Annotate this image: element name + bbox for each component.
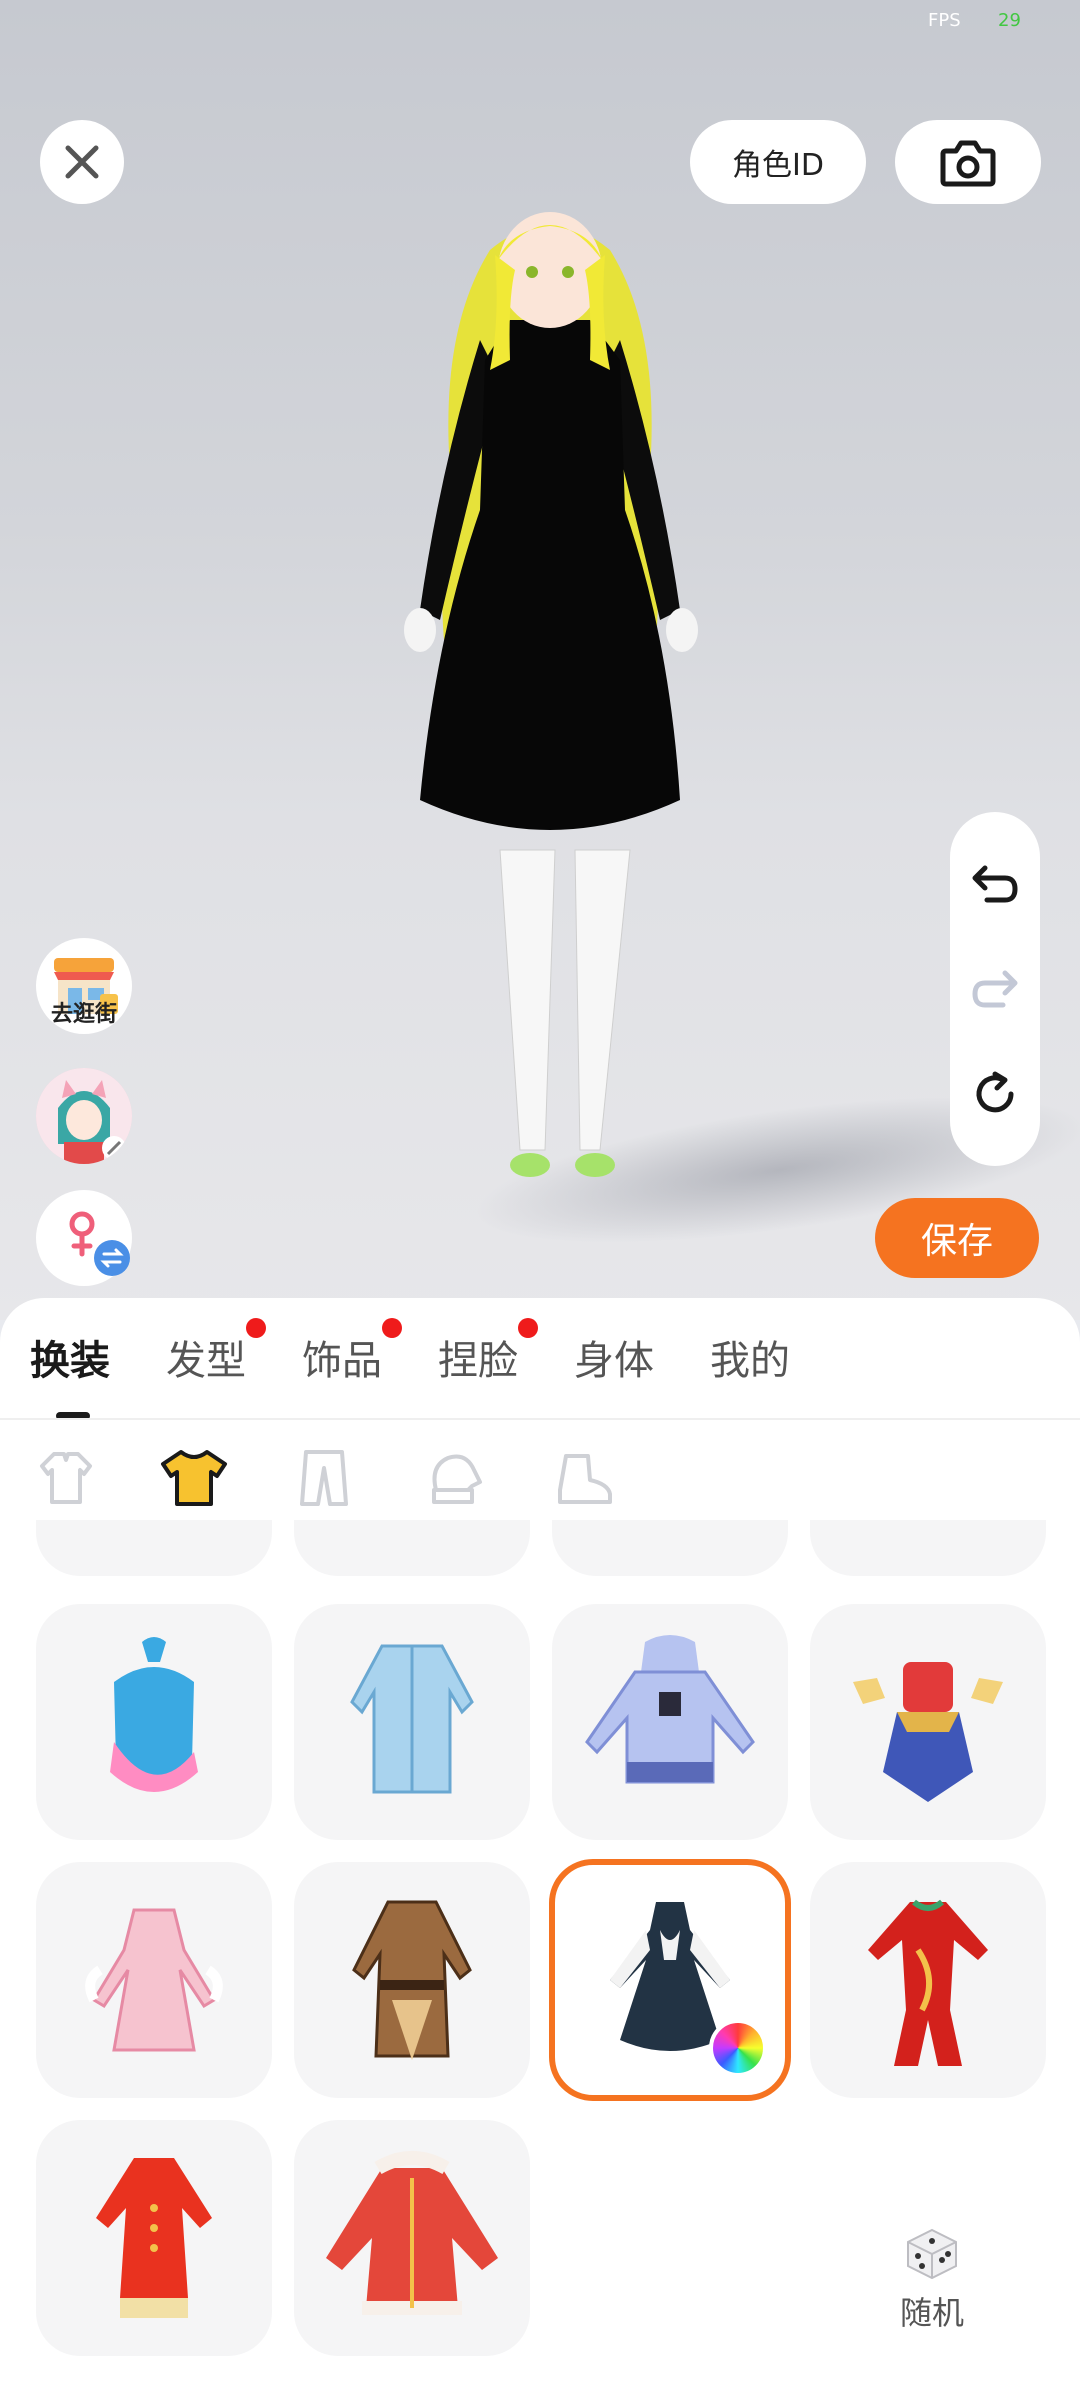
role-id-label: 角色ID: [732, 148, 824, 183]
subcategory-bar: [0, 1438, 1080, 1518]
random-label: 随机: [899, 2294, 964, 2332]
subcat-shoes[interactable]: [544, 1438, 624, 1518]
category-tabs: 换装 发型 饰品 捏脸 身体 我的: [0, 1318, 1080, 1408]
camera-icon: [940, 140, 996, 187]
brown-trench-coat-icon: [352, 1900, 472, 2060]
reset-icon[interactable]: [969, 1068, 1021, 1120]
role-id-button[interactable]: 角色ID: [690, 120, 866, 204]
gloves-icon: [432, 1454, 482, 1504]
pants-icon: [300, 1450, 348, 1506]
shoes-icon: [558, 1454, 612, 1504]
save-button[interactable]: 保存: [875, 1198, 1039, 1278]
history-panel: [950, 812, 1040, 1166]
color-palette-icon[interactable]: [709, 2019, 767, 2077]
red-dragon-qipao-icon: [868, 1899, 988, 2066]
outfit-card-blue-halter-top[interactable]: [36, 1604, 272, 1840]
outfit-card-black-dress-selected[interactable]: [549, 1859, 791, 2101]
outfit-card[interactable]: [552, 1520, 788, 1576]
go-shopping-label: 去逛街: [50, 1002, 117, 1027]
suit-icon: [40, 1452, 92, 1504]
close-icon: [65, 145, 99, 179]
outfit-card-red-knit-dress[interactable]: [36, 2120, 272, 2356]
tab-label: 饰品: [302, 1338, 382, 1384]
avatar-button[interactable]: [36, 1068, 132, 1164]
tab-label: 换装: [30, 1338, 110, 1384]
notification-dot: [518, 1318, 538, 1338]
character-model[interactable]: [340, 210, 760, 1230]
camera-button[interactable]: [895, 120, 1041, 204]
tab-accessories[interactable]: 饰品: [302, 1318, 402, 1386]
divider: [0, 1418, 1080, 1420]
subcat-pants[interactable]: [284, 1438, 364, 1518]
outfit-card[interactable]: [294, 1520, 530, 1576]
female-icon: [69, 1211, 130, 1276]
dice-icon: [907, 2228, 957, 2280]
tab-label: 身体: [574, 1338, 654, 1384]
tab-label: 捏脸: [438, 1338, 518, 1384]
close-button[interactable]: [40, 120, 124, 204]
red-hero-armor-icon: [853, 1662, 1003, 1802]
avatar-icon: [36, 1068, 132, 1164]
tab-face[interactable]: 捏脸: [438, 1318, 538, 1386]
red-fur-coat-icon: [326, 2151, 498, 2315]
tab-mine[interactable]: 我的: [710, 1328, 790, 1386]
outfit-card-brown-trench-coat[interactable]: [294, 1862, 530, 2098]
outfit-card[interactable]: [810, 1520, 1046, 1576]
redo-icon[interactable]: [969, 963, 1021, 1015]
pink-ruffle-dress-icon: [85, 1908, 223, 2052]
outfit-card-red-hero-armor[interactable]: [810, 1604, 1046, 1840]
outfit-card-blue-hoodie[interactable]: [552, 1604, 788, 1840]
fps-label: FPS: [928, 10, 961, 31]
tab-hairstyle[interactable]: 发型: [166, 1318, 266, 1386]
light-blue-coat-icon: [350, 1644, 474, 1794]
gender-switch-button[interactable]: [36, 1190, 132, 1286]
outfit-card-red-fur-coat[interactable]: [294, 2120, 530, 2356]
subcat-gloves[interactable]: [414, 1438, 494, 1518]
red-knit-dress-icon: [96, 2158, 212, 2318]
notification-dot: [246, 1318, 266, 1338]
undo-icon[interactable]: [969, 858, 1021, 910]
random-button[interactable]: 随机: [882, 2226, 982, 2346]
tab-label: 发型: [166, 1338, 246, 1384]
customization-sheet: 换装 发型 饰品 捏脸 身体 我的 随机: [0, 1298, 1080, 2400]
subcat-top[interactable]: [154, 1438, 234, 1518]
shirt-icon: [161, 1450, 227, 1506]
fps-value: 29: [998, 10, 1021, 31]
outfit-card[interactable]: [36, 1520, 272, 1576]
tab-label: 我的: [710, 1338, 790, 1384]
outfit-card-pink-ruffle-dress[interactable]: [36, 1862, 272, 2098]
tab-body[interactable]: 身体: [574, 1328, 654, 1386]
blue-halter-top-icon: [110, 1637, 198, 1792]
notification-dot: [382, 1318, 402, 1338]
blue-hoodie-icon: [585, 1635, 755, 1784]
character-viewport[interactable]: FPS 29 角色ID 去逛街 保存: [0, 0, 1080, 1320]
tab-outfit[interactable]: 换装: [30, 1328, 110, 1386]
outfit-card-light-blue-coat[interactable]: [294, 1604, 530, 1840]
subcat-suit[interactable]: [26, 1438, 106, 1518]
outfit-card-red-dragon-qipao[interactable]: [810, 1862, 1046, 2098]
